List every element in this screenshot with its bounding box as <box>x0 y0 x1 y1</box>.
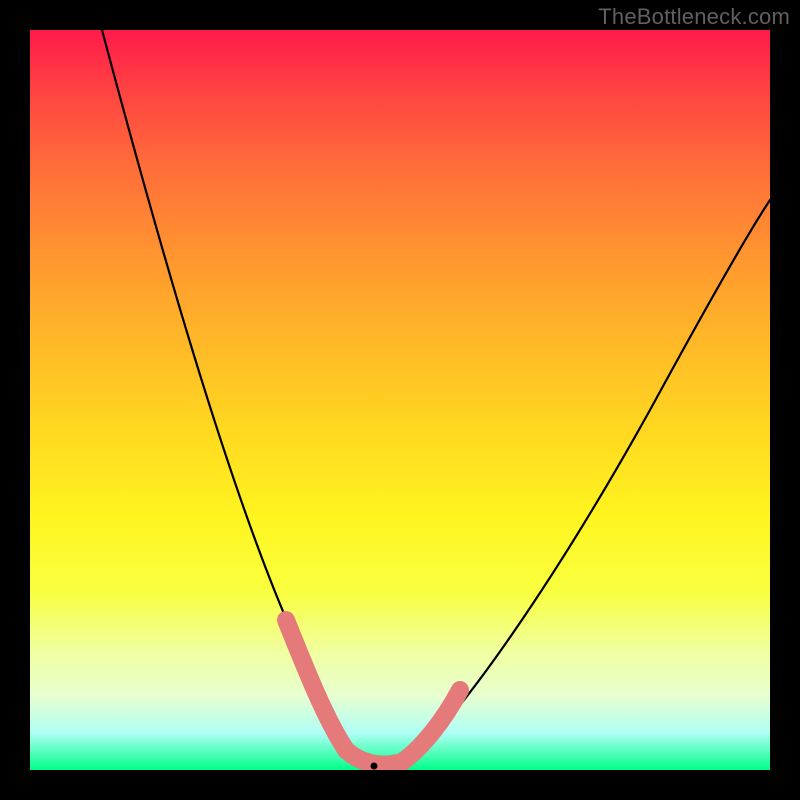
bottleneck-curve <box>102 30 770 766</box>
watermark-text: TheBottleneck.com <box>598 4 790 30</box>
chart-frame: TheBottleneck.com <box>0 0 800 800</box>
curve-layer <box>30 30 770 770</box>
curve-accent-left <box>286 620 346 750</box>
curve-accent-right <box>402 690 460 762</box>
plot-area <box>30 30 770 770</box>
minimum-point-marker <box>371 763 378 770</box>
